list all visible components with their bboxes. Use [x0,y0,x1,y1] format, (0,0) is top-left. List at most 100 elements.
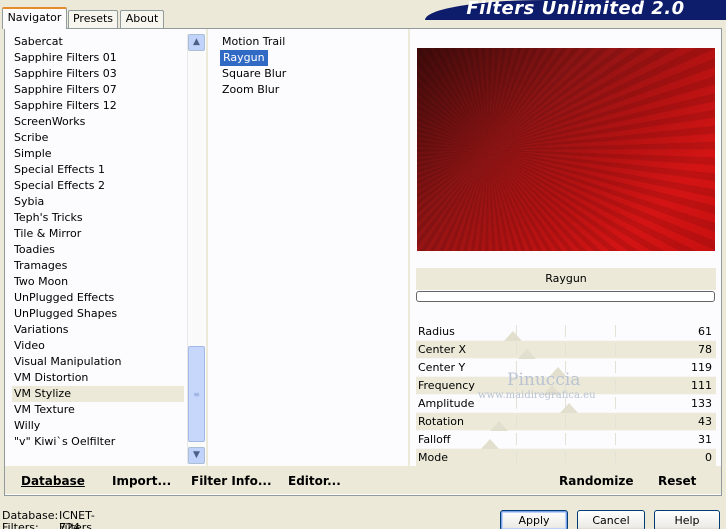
parameter-value: 119 [691,361,712,374]
slider-tick [614,397,616,409]
apply-button[interactable]: Apply [500,510,568,529]
parameter-slider[interactable] [466,449,664,467]
tab-presets[interactable]: Presets [68,10,118,28]
tab-navigator[interactable]: Navigator [2,7,67,29]
parameter-value: 111 [691,379,712,392]
parameter-value: 0 [705,451,712,464]
slider-tick [565,325,566,337]
category-item[interactable]: Tile & Mirror [12,226,184,242]
parameter-label: Mode [418,451,448,464]
slider-marker[interactable] [517,349,536,359]
import-label: Import... [112,474,172,488]
parameter-label: Center Y [418,361,466,374]
scroll-thumb[interactable]: ≡ [188,346,205,442]
scroll-up-button[interactable]: ▲ [188,34,205,51]
editor-label: Editor... [288,474,341,488]
category-item[interactable]: Video [12,338,184,354]
category-item[interactable]: Sapphire Filters 07 [12,82,184,98]
parameter-row[interactable]: Radius 61 [416,323,716,341]
category-item[interactable]: Visual Manipulation [12,354,184,370]
category-item[interactable]: UnPlugged Shapes [12,306,184,322]
watermark-name: Pinuccia [507,370,581,390]
category-scrollbar[interactable]: ▲ ≡ ▼ [187,34,205,464]
parameter-label: Rotation [418,415,465,428]
parameter-slider[interactable] [466,431,664,449]
parameter-label: Radius [418,325,455,338]
parameter-value: 78 [698,343,712,356]
progress-bar [416,291,715,302]
tab-about[interactable]: About [120,10,164,28]
slider-tick [565,451,566,463]
category-item[interactable]: Variations [12,322,184,338]
slider-tick [614,415,616,427]
parameter-label: Frequency [418,379,475,392]
randomize-label: Randomize [559,474,634,488]
import-button[interactable]: Import... [112,473,171,489]
slider-marker[interactable] [504,331,523,341]
category-item[interactable]: Teph's Tricks [12,210,184,226]
category-item[interactable]: Sabercat [12,34,184,50]
parameter-row[interactable]: Center X 78 [416,341,716,359]
slider-tick [614,451,616,463]
category-item[interactable]: Special Effects 1 [12,162,184,178]
category-item[interactable]: VM Texture [12,402,184,418]
filter-item[interactable]: Zoom Blur [220,82,400,98]
slider-tick [614,379,616,391]
category-item[interactable]: Toadies [12,242,184,258]
randomize-button[interactable]: Randomize [559,473,633,489]
app-title: Filters Unlimited 2.0 [466,0,685,19]
category-item[interactable]: UnPlugged Effects [12,290,184,306]
parameter-row[interactable]: Mode 0 [416,449,716,467]
parameter-value: 133 [691,397,712,410]
parameter-label: Amplitude [418,397,475,410]
category-item[interactable]: Sapphire Filters 03 [12,66,184,82]
parameter-slider[interactable] [466,413,664,431]
reset-button[interactable]: Reset [658,473,696,489]
parameter-row[interactable]: Falloff 31 [416,431,716,449]
help-button[interactable]: Help [654,510,720,529]
preview-divider [408,29,410,466]
slider-marker[interactable] [481,439,500,449]
parameter-label: Center X [418,343,467,356]
slider-tick [515,343,517,355]
category-item[interactable]: Sapphire Filters 01 [12,50,184,66]
category-item[interactable]: Tramages [12,258,184,274]
scroll-down-button[interactable]: ▼ [188,447,205,464]
parameter-slider[interactable] [466,323,664,341]
slider-tick [565,433,566,445]
parameter-value: 31 [698,433,712,446]
slider-tick [614,343,616,355]
parameter-value: 61 [698,325,712,338]
slider-marker[interactable] [490,421,509,431]
filter-info-button[interactable]: Filter Info... [191,473,272,489]
category-item[interactable]: ScreenWorks [12,114,184,130]
filter-list: Motion Trail Raygun Square Blur Zoom Blur [220,34,400,98]
slider-tick [515,451,517,463]
category-item[interactable]: VM Stylize [12,386,184,402]
status-filters-label: Filters: [2,521,39,529]
slider-tick [515,433,517,445]
category-item[interactable]: Sybia [12,194,184,210]
filter-item[interactable]: Square Blur [220,66,400,82]
database-label: Database [21,474,85,488]
category-item[interactable]: Two Moon [12,274,184,290]
category-item[interactable]: Sapphire Filters 12 [12,98,184,114]
database-button[interactable]: Database [21,473,85,489]
category-item[interactable]: "v" Kiwi`s Oelfilter [12,434,184,450]
category-item[interactable]: Simple [12,146,184,162]
parameter-value: 43 [698,415,712,428]
category-item[interactable]: Willy [12,418,184,434]
slider-marker[interactable] [560,403,579,413]
parameter-slider[interactable] [466,341,664,359]
category-item[interactable]: Scribe [12,130,184,146]
status-filters: Filters: 724 [2,521,80,529]
filter-item[interactable]: Raygun [220,50,268,66]
slider-tick [614,433,616,445]
category-item[interactable]: Special Effects 2 [12,178,184,194]
filter-item[interactable]: Motion Trail [220,34,400,50]
parameter-row[interactable]: Rotation 43 [416,413,716,431]
category-item[interactable]: VM Distortion [12,370,184,386]
slider-tick [565,343,566,355]
cancel-button[interactable]: Cancel [577,510,645,529]
editor-button[interactable]: Editor... [288,473,341,489]
